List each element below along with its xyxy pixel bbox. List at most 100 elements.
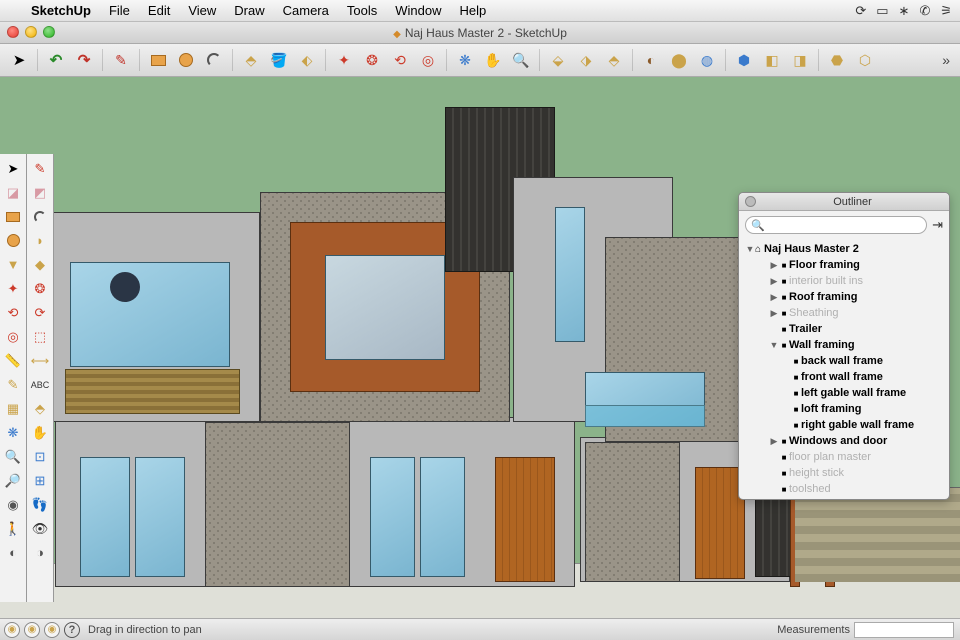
line-tool-button[interactable]: ✎ <box>108 47 134 73</box>
p2-dim-button[interactable]: ⟷ <box>29 349 52 372</box>
p2-line-button[interactable]: ✎ <box>29 157 52 180</box>
outliner-options-button[interactable]: ⇥ <box>932 217 943 233</box>
help-button[interactable]: ? <box>64 622 80 638</box>
tree-node[interactable]: ■toolshed <box>745 481 943 497</box>
p2-zoomext-button[interactable]: ⊞ <box>29 469 52 492</box>
menu-edit[interactable]: Edit <box>139 3 179 18</box>
tree-node[interactable]: ■loft framing <box>745 401 943 417</box>
disclosure-icon[interactable]: ▶ <box>769 260 779 271</box>
p1-camera-button[interactable]: ◉ <box>2 493 25 516</box>
toolbar-overflow-button[interactable]: » <box>942 52 954 68</box>
p2-axes-button[interactable]: ⬘ <box>29 397 52 420</box>
tree-node[interactable]: ▶■Roof framing <box>745 289 943 305</box>
p1-move-button[interactable]: ✦ <box>2 277 25 300</box>
tool-button-3[interactable]: ⬘ <box>601 47 627 73</box>
p1-circle-button[interactable] <box>2 229 25 252</box>
menu-draw[interactable]: Draw <box>225 3 273 18</box>
p2-arc-button[interactable] <box>29 205 52 228</box>
arc-tool-button[interactable] <box>201 47 227 73</box>
p1-rect-button[interactable] <box>2 205 25 228</box>
p2-look-button[interactable]: 👁 <box>29 517 52 540</box>
tree-node[interactable]: ▶■Sheathing <box>745 305 943 321</box>
disclosure-icon[interactable]: ▶ <box>769 308 779 319</box>
rectangle-tool-button[interactable] <box>145 47 171 73</box>
p1-rotate-button[interactable]: ⟲ <box>2 301 25 324</box>
menu-help[interactable]: Help <box>450 3 495 18</box>
tree-node[interactable]: ▶■interior built ins <box>745 273 943 289</box>
p2-position-button[interactable]: 👣 <box>29 493 52 516</box>
offset-tool-button[interactable]: ◎ <box>415 47 441 73</box>
tool-button-2[interactable]: ⬗ <box>573 47 599 73</box>
p2-protractor-button[interactable]: ABC <box>29 373 52 396</box>
disclosure-icon[interactable]: ▶ <box>769 292 779 303</box>
status-toggle-2[interactable]: ◉ <box>24 622 40 638</box>
tree-node[interactable]: ■height stick <box>745 465 943 481</box>
zoom-tool-button[interactable]: 🔍 <box>508 47 534 73</box>
p1-text-button[interactable]: ✎ <box>2 373 25 396</box>
p2-extra-button[interactable]: ◑ <box>29 541 52 564</box>
p2-zoomwin-button[interactable]: ⊡ <box>29 445 52 468</box>
tree-node[interactable]: ■front wall frame <box>745 369 943 385</box>
tree-node[interactable]: ■floor plan master <box>745 449 943 465</box>
p2-followme-button[interactable]: ⟳ <box>29 301 52 324</box>
outliner-close-button[interactable] <box>745 196 756 207</box>
tree-root[interactable]: ▼ ⌂ Naj Haus Master 2 <box>745 241 943 257</box>
p1-walk-button[interactable]: 🚶 <box>2 517 25 540</box>
p1-tape-button[interactable]: 📏 <box>2 349 25 372</box>
menu-file[interactable]: File <box>100 3 139 18</box>
p1-eraser-button[interactable]: ◪ <box>2 181 25 204</box>
tree-node[interactable]: ■right gable wall frame <box>745 417 943 433</box>
p1-zoom-button[interactable]: 🔍 <box>2 445 25 468</box>
tool-button-11[interactable]: ⬡ <box>852 47 878 73</box>
display-icon[interactable]: ▭ <box>876 3 888 19</box>
tool-button-8[interactable]: ◧ <box>759 47 785 73</box>
tree-node[interactable]: ■Trailer <box>745 321 943 337</box>
zoom-button[interactable] <box>43 26 55 38</box>
undo-button[interactable]: ↶ <box>43 47 69 73</box>
pan-tool-button[interactable]: ✋ <box>480 47 506 73</box>
move-tool-button[interactable]: ⬖ <box>294 47 320 73</box>
tool-button-4[interactable]: ◐ <box>638 47 664 73</box>
p1-section-button[interactable]: ◐ <box>2 541 25 564</box>
select-tool-button[interactable]: ➤ <box>6 47 32 73</box>
menu-window[interactable]: Window <box>386 3 450 18</box>
outliner-titlebar[interactable]: Outliner <box>739 193 949 211</box>
tool-button-10[interactable]: ⬣ <box>824 47 850 73</box>
tree-node[interactable]: ▼■Wall framing <box>745 337 943 353</box>
wifi-icon[interactable]: ⚞ <box>940 3 952 19</box>
disclosure-icon[interactable]: ▶ <box>769 436 779 447</box>
tool-button-1[interactable]: ⬙ <box>545 47 571 73</box>
p1-select-button[interactable]: ➤ <box>2 157 25 180</box>
disclosure-icon[interactable]: ▼ <box>769 340 779 350</box>
scale-tool-button[interactable]: ⟲ <box>387 47 413 73</box>
follow-me-button[interactable]: ❂ <box>359 47 385 73</box>
sync-icon[interactable]: ⟳ <box>855 3 866 19</box>
p1-polygon-button[interactable]: ▼ <box>2 253 25 276</box>
tree-node[interactable]: ▶■Floor framing <box>745 257 943 273</box>
bluetooth-icon[interactable]: ∗ <box>899 3 910 19</box>
tool-button-5[interactable]: ⬤ <box>666 47 692 73</box>
status-toggle-3[interactable]: ◉ <box>44 622 60 638</box>
phone-icon[interactable]: ✆ <box>919 3 930 19</box>
menu-view[interactable]: View <box>179 3 225 18</box>
outliner-search-input[interactable] <box>745 216 927 234</box>
outliner-tree[interactable]: ▼ ⌂ Naj Haus Master 2 ▶■Floor framing▶■i… <box>739 239 949 499</box>
status-toggle-1[interactable]: ◉ <box>4 622 20 638</box>
tree-node[interactable]: ■back wall frame <box>745 353 943 369</box>
push-pull-button[interactable]: ⬘ <box>238 47 264 73</box>
menu-tools[interactable]: Tools <box>338 3 386 18</box>
p2-3dtext-button[interactable]: ◆ <box>29 253 52 276</box>
p2-pie-button[interactable]: ◗ <box>29 229 52 252</box>
tool-button-9[interactable]: ◨ <box>787 47 813 73</box>
menu-camera[interactable]: Camera <box>274 3 338 18</box>
tool-button-7[interactable]: ⬢ <box>731 47 757 73</box>
minimize-button[interactable] <box>25 26 37 38</box>
redo-button[interactable]: ↷ <box>71 47 97 73</box>
p2-freehand-button[interactable]: ◩ <box>29 181 52 204</box>
p1-orbit-button[interactable]: ❋ <box>2 421 25 444</box>
disclosure-icon[interactable]: ▼ <box>745 244 755 254</box>
p1-offset-button[interactable]: ◎ <box>2 325 25 348</box>
orbit-tool-button[interactable]: ❋ <box>452 47 478 73</box>
p1-paint-button[interactable]: ▦ <box>2 397 25 420</box>
disclosure-icon[interactable]: ▶ <box>769 276 779 287</box>
